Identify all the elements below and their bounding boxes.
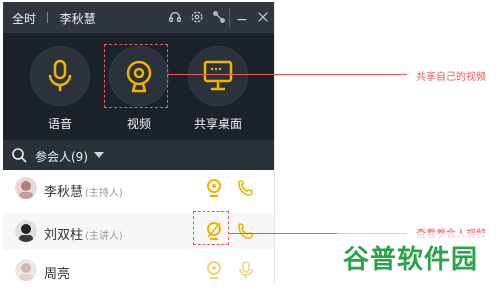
watermark: 谷普软件园 xyxy=(337,233,493,281)
voice-circle xyxy=(30,46,90,106)
title-separator xyxy=(47,12,48,23)
annotation-share-video: 共享自己的视频 xyxy=(416,72,486,83)
title-divider xyxy=(229,8,230,28)
minimize-icon[interactable] xyxy=(232,7,252,27)
view-video-highlight-box xyxy=(193,211,229,245)
settings-icon[interactable] xyxy=(187,7,207,27)
video-label: 视频 xyxy=(126,117,151,131)
share-label: 共享桌面 xyxy=(193,117,242,131)
participant-name: 李秋慧 xyxy=(44,185,84,200)
window-title: 全时 李秋慧 xyxy=(12,10,96,27)
close-icon[interactable] xyxy=(253,7,273,27)
participant-row[interactable]: 周亮 xyxy=(3,252,274,289)
phone-icon[interactable] xyxy=(236,178,256,198)
monitor-share-icon xyxy=(203,60,233,91)
video-on-icon[interactable] xyxy=(204,178,224,198)
app-name: 全时 xyxy=(12,12,37,26)
phone-icon[interactable] xyxy=(236,221,256,241)
participants-count: 参会人(9) xyxy=(35,150,88,164)
participant-role: (主讲人) xyxy=(85,231,123,242)
avatar xyxy=(15,220,37,242)
microphone-icon[interactable] xyxy=(236,260,256,280)
share-circle xyxy=(188,46,248,106)
headset-icon[interactable] xyxy=(165,7,185,27)
chevron-down-icon[interactable] xyxy=(94,152,104,158)
microphone-icon xyxy=(48,59,72,91)
video-muted-icon[interactable] xyxy=(204,260,224,280)
voice-button[interactable]: 语音 xyxy=(25,41,95,135)
participant-role: (主持人) xyxy=(85,188,123,199)
participant-name: 周亮 xyxy=(44,267,71,282)
search-icon[interactable] xyxy=(11,147,27,163)
title-bar: 全时 李秋慧 xyxy=(3,2,274,33)
video-highlight-box xyxy=(104,44,168,108)
watermark-text: 谷普软件园 xyxy=(343,245,479,275)
participant-row[interactable]: 李秋慧 (主持人) xyxy=(3,170,274,207)
participant-row[interactable]: 刘双柱 (主讲人) xyxy=(3,213,274,250)
user-name: 李秋慧 xyxy=(59,12,96,26)
tools-icon[interactable] xyxy=(209,7,229,27)
participants-filter[interactable]: 参会人(9) xyxy=(3,140,274,170)
avatar xyxy=(15,259,37,281)
voice-label: 语音 xyxy=(47,117,72,131)
participant-name: 刘双柱 xyxy=(44,228,84,243)
annotation-line xyxy=(167,74,407,75)
share-desktop-button[interactable]: 共享桌面 xyxy=(183,41,253,135)
avatar xyxy=(15,177,37,199)
